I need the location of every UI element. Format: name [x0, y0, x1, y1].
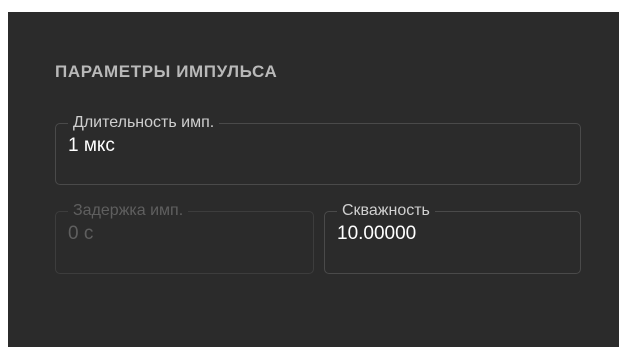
pulse-duration-label: Длительность имп.	[73, 114, 215, 131]
pulse-delay-field: Задержка имп. 0 с	[55, 203, 314, 274]
pulse-duration-value[interactable]: 1 мкс	[68, 134, 568, 158]
pulse-parameters-panel: ПАРАМЕТРЫ ИМПУЛЬСА Длительность имп. 1 м…	[8, 12, 619, 347]
duty-cycle-field[interactable]: Скважность 10.00000	[324, 203, 581, 274]
duty-cycle-value[interactable]: 10.00000	[337, 222, 568, 246]
pulse-delay-value: 0 с	[68, 223, 94, 244]
section-title: ПАРАМЕТРЫ ИМПУЛЬСА	[55, 62, 278, 81]
duty-cycle-label: Скважность	[342, 202, 430, 219]
pulse-delay-label: Задержка имп.	[73, 202, 184, 219]
pulse-duration-field[interactable]: Длительность имп. 1 мкс	[55, 115, 581, 185]
